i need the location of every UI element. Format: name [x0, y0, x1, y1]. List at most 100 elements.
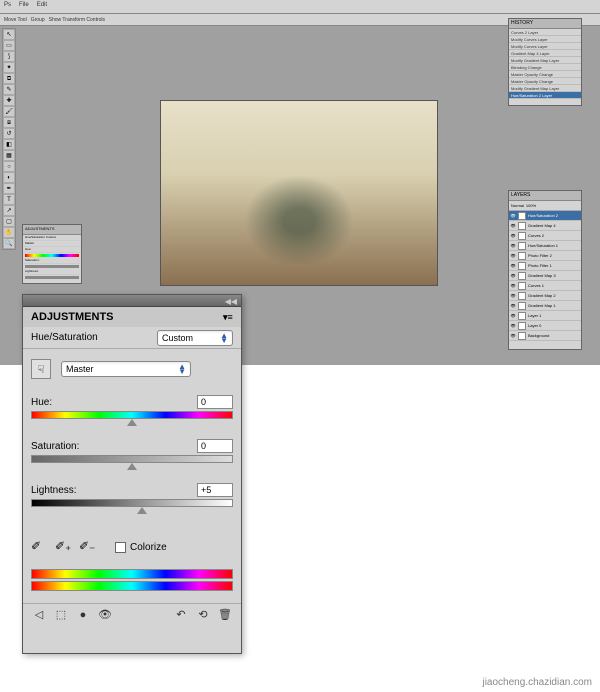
tool-type[interactable]: T [3, 194, 15, 205]
history-item[interactable]: Modify Gradient Map Layer [509, 57, 581, 64]
eye-icon[interactable]: 👁 [510, 233, 516, 239]
eye-icon[interactable]: 👁 [510, 263, 516, 269]
eye-icon[interactable]: 👁 [510, 293, 516, 299]
panel-menu-icon[interactable]: ▾≡ [223, 312, 233, 322]
layer-row[interactable]: 👁Background [509, 331, 581, 341]
lightness-slider[interactable] [31, 499, 233, 509]
mini-light-slider[interactable] [25, 276, 79, 279]
tool-gradient[interactable]: ▦ [3, 150, 15, 161]
colorize-checkbox[interactable] [115, 542, 126, 553]
history-item[interactable]: Blending Change [509, 64, 581, 71]
layer-row[interactable]: 👁Gradient Map 1 [509, 301, 581, 311]
layer-row[interactable]: 👁Photo Filter 2 [509, 251, 581, 261]
channel-dropdown[interactable]: Master ▲▼ [61, 361, 191, 377]
eyedropper-add-icon[interactable]: ✐₊ [55, 539, 71, 555]
eyedropper-icon[interactable]: ✐ [31, 539, 47, 555]
tool-crop[interactable]: ⧉ [3, 73, 15, 84]
tool-move[interactable]: ↖ [3, 29, 15, 40]
eye-icon[interactable]: 👁 [510, 273, 516, 279]
history-item[interactable]: Hue/Saturation 2 Layer [509, 92, 581, 99]
history-item[interactable]: Modify Gradient Map Layer [509, 85, 581, 92]
layer-row[interactable]: 👁Hue/Saturation 2 [509, 211, 581, 221]
tool-eyedrop[interactable]: ✎ [3, 84, 15, 95]
lightness-thumb[interactable] [137, 507, 147, 514]
tool-blur[interactable]: ○ [3, 161, 15, 172]
layers-header[interactable]: LAYERS [509, 191, 581, 201]
blend-mode[interactable]: Normal [511, 203, 524, 208]
tool-pen[interactable]: ✒ [3, 183, 15, 194]
targeted-adjust-icon[interactable]: ☟ [31, 359, 51, 379]
tool-brush[interactable]: 🖌 [3, 106, 15, 117]
history-item[interactable]: Curves 2 Layer [509, 29, 581, 36]
eye-icon[interactable]: 👁 [510, 213, 516, 219]
hue-input[interactable] [197, 395, 233, 409]
canvas-image[interactable] [160, 100, 438, 286]
layer-row[interactable]: 👁Curves 2 [509, 231, 581, 241]
eyedropper-sub-icon[interactable]: ✐₋ [79, 539, 95, 555]
mini-adj-preset[interactable]: Custom [46, 235, 56, 239]
layer-thumb [518, 282, 526, 290]
tool-heal[interactable]: ✚ [3, 95, 15, 106]
eye-icon[interactable]: 👁 [510, 223, 516, 229]
layer-row[interactable]: 👁Gradient Map 4 [509, 221, 581, 231]
tool-wand[interactable]: ✦ [3, 62, 15, 73]
mini-sat-slider[interactable] [25, 265, 79, 268]
menubar[interactable]: Ps File Edit [0, 0, 600, 14]
eye-icon[interactable]: 👁 [510, 283, 516, 289]
history-item[interactable]: Modify Curves Layer [509, 43, 581, 50]
saturation-slider[interactable] [31, 455, 233, 465]
history-item[interactable]: Master Opacity Change [509, 71, 581, 78]
tool-marquee[interactable]: ▭ [3, 40, 15, 51]
history-list: Curves 2 LayerModify Curves LayerModify … [509, 29, 581, 99]
eye-icon[interactable]: 👁 [510, 243, 516, 249]
layer-row[interactable]: 👁Layer 0 [509, 321, 581, 331]
panel-titlebar[interactable]: ◀◀ [23, 295, 241, 307]
tool-zoom[interactable]: 🔍 [3, 238, 15, 249]
tool-eraser[interactable]: ◧ [3, 139, 15, 150]
expand-icon[interactable]: ⬚ [53, 607, 69, 623]
eye-icon[interactable]: 👁 [510, 313, 516, 319]
trash-icon[interactable]: 🗑 [217, 607, 233, 623]
tool-shape[interactable]: ▢ [3, 216, 15, 227]
layer-row[interactable]: 👁Hue/Saturation 1 [509, 241, 581, 251]
history-item[interactable]: Modify Curves Layer [509, 36, 581, 43]
history-item[interactable]: Gradient Map 4 Layer [509, 50, 581, 57]
opacity-value[interactable]: 100% [526, 203, 536, 208]
opt-transform[interactable]: Show Transform Controls [49, 17, 105, 23]
eye-icon[interactable]: 👁 [510, 323, 516, 329]
saturation-thumb[interactable] [127, 463, 137, 470]
tool-hand[interactable]: ✋ [3, 227, 15, 238]
history-header[interactable]: HISTORY [509, 19, 581, 29]
layer-row[interactable]: 👁Curves 1 [509, 281, 581, 291]
tool-dodge[interactable]: ◐ [3, 172, 15, 183]
layer-row[interactable]: 👁Gradient Map 3 [509, 271, 581, 281]
back-icon[interactable]: ◁ [31, 607, 47, 623]
mini-adj-header[interactable]: ADJUSTMENTS [23, 225, 81, 235]
reset-icon[interactable]: ⟲ [195, 607, 211, 623]
hue-thumb[interactable] [127, 419, 137, 426]
visibility-icon[interactable]: 👁 [97, 607, 113, 623]
hue-slider[interactable] [31, 411, 233, 421]
eye-icon[interactable]: 👁 [510, 253, 516, 259]
layer-row[interactable]: 👁Photo Filter 1 [509, 261, 581, 271]
tool-lasso[interactable]: ⟆ [3, 51, 15, 62]
lightness-input[interactable] [197, 483, 233, 497]
saturation-input[interactable] [197, 439, 233, 453]
history-item[interactable]: Master Opacity Change [509, 78, 581, 85]
clip-icon[interactable]: ● [75, 607, 91, 623]
adjustments-tab: ADJUSTMENTS ▾≡ [23, 307, 241, 327]
mini-hue-slider[interactable] [25, 254, 79, 257]
prev-state-icon[interactable]: ↶ [173, 607, 189, 623]
tool-history[interactable]: ↺ [3, 128, 15, 139]
eye-icon[interactable]: 👁 [510, 303, 516, 309]
layer-row[interactable]: 👁Gradient Map 2 [509, 291, 581, 301]
preset-dropdown[interactable]: Custom ▲▼ [157, 330, 233, 346]
opt-group[interactable]: Group [31, 17, 45, 23]
menu-file[interactable]: File [19, 2, 29, 11]
tool-path[interactable]: ↗ [3, 205, 15, 216]
layer-row[interactable]: 👁Layer 1 [509, 311, 581, 321]
menu-edit[interactable]: Edit [37, 2, 47, 11]
tool-stamp[interactable]: ⧇ [3, 117, 15, 128]
eye-icon[interactable]: 👁 [510, 333, 516, 339]
collapse-icon[interactable]: ◀◀ [225, 297, 237, 306]
